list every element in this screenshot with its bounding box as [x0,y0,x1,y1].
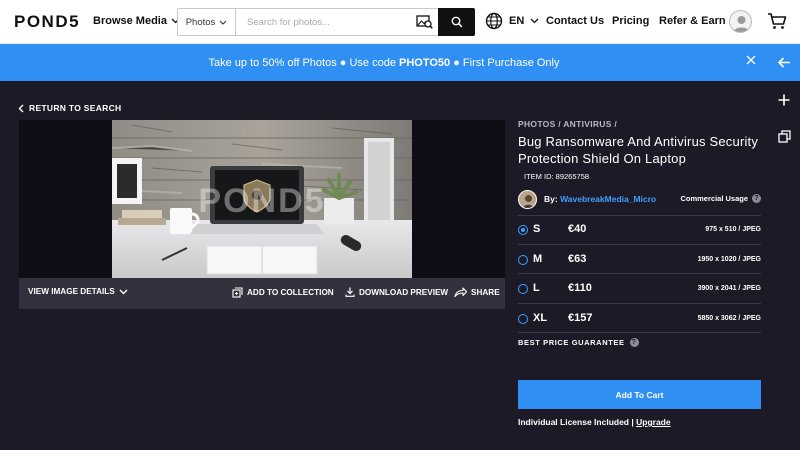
return-to-search-link[interactable]: RETURN TO SEARCH [18,103,121,113]
share-label: SHARE [471,287,500,297]
nav-pricing[interactable]: Pricing [612,15,649,27]
chevron-left-icon [18,104,24,112]
preview-photo[interactable]: POND5 [112,120,412,278]
return-to-search-label: RETURN TO SEARCH [29,103,122,113]
item-id: ITEM ID: 89265758 [524,172,590,181]
chevron-down-icon [530,18,539,24]
chevron-down-icon [119,289,128,294]
nav-refer-earn[interactable]: Refer & Earn [659,15,726,27]
size-option-m[interactable]: M €63 1950 x 1020 / JPEG [518,245,761,274]
size-label: L [533,282,540,294]
help-icon[interactable]: ? [752,194,761,203]
author-row: By: WavebreakMedia_Micro Commercial Usag… [518,189,761,209]
size-options: S €40 975 x 510 / JPEG M €63 1950 x 1020… [518,215,761,333]
size-option-xl[interactable]: XL €157 5850 x 3062 / JPEG [518,304,761,333]
size-dimensions: 3900 x 2041 / JPEG [697,285,761,292]
add-to-collection-label: ADD TO COLLECTION [247,288,334,297]
breadcrumb[interactable]: PHOTOS / ANTIVIRUS / [518,119,617,129]
language-label: EN [509,15,525,27]
size-dimensions: 5850 x 3062 / JPEG [697,314,761,322]
help-icon[interactable]: ? [629,338,639,347]
search-button[interactable] [438,8,475,36]
user-icon [733,16,750,32]
size-option-s[interactable]: S €40 975 x 510 / JPEG [518,215,761,245]
share-button[interactable]: SHARE [454,287,500,297]
close-icon [746,55,756,65]
nav-contact-us[interactable]: Contact Us [546,15,604,27]
search-type-label: Photos [185,16,216,28]
view-image-details-label: VIEW IMAGE DETAILS [28,287,115,296]
pond5-logo[interactable]: POND5 [14,12,80,32]
image-preview: POND5 [19,120,505,278]
promo-code: PHOTO50 [399,56,451,69]
cart-icon [768,13,787,29]
side-rail [768,44,800,450]
rail-add-button[interactable] [768,81,800,118]
search-icon [451,16,462,28]
cart-button[interactable] [767,12,787,35]
collection-icon [232,287,243,298]
guarantee-label: BEST PRICE GUARANTEE [518,338,625,347]
radio-button[interactable] [518,254,528,265]
upgrade-link[interactable]: Upgrade [636,417,670,427]
promo-text: Take up to 50% off Photos ● Use code PHO… [208,56,560,69]
radio-button[interactable] [518,313,528,324]
best-price-guarantee: BEST PRICE GUARANTEE ? [518,338,639,347]
radio-button[interactable] [518,284,528,294]
view-image-details-toggle[interactable]: VIEW IMAGE DETAILS [28,287,128,296]
license-info: Individual License Included | Upgrade [518,417,671,427]
promo-close-button[interactable] [746,55,756,68]
author-avatar[interactable] [518,189,537,209]
page-title: Bug Ransomware And Antivirus Security Pr… [518,134,759,166]
radio-button-selected[interactable] [518,225,528,235]
browse-media-menu[interactable]: Browse Media [93,15,180,27]
image-actions-bar: VIEW IMAGE DETAILS ADD TO COLLECTION DOW… [19,278,505,309]
add-to-cart-button[interactable]: Add To Cart [518,380,761,409]
author-byline: By: WavebreakMedia_Micro [544,194,657,204]
arrow-left-icon [777,57,790,68]
globe-icon [485,12,503,30]
download-preview-button[interactable]: DOWNLOAD PREVIEW [345,287,448,297]
search-type-select[interactable]: Photos [178,9,236,35]
chevron-down-icon [219,20,227,25]
size-price: €157 [568,311,593,324]
site-header: POND5 Browse Media Photos EN [0,0,800,44]
language-selector[interactable]: EN [485,12,539,30]
size-label: M [533,252,543,265]
search-bar: Photos [177,8,475,36]
rail-copy-button[interactable] [768,118,800,155]
download-icon [345,287,355,297]
download-preview-label: DOWNLOAD PREVIEW [359,287,449,297]
size-dimensions: 975 x 510 / JPEG [705,226,761,233]
product-detail: RETURN TO SEARCH POND5 VIEW IMAGE DETAIL… [0,81,768,450]
share-icon [454,287,467,297]
size-option-l[interactable]: L €110 3900 x 2041 / JPEG [518,274,761,304]
size-dimensions: 1950 x 1020 / JPEG [697,255,761,263]
visual-search-icon [415,15,433,29]
plus-icon [778,94,790,105]
promo-banner: Take up to 50% off Photos ● Use code PHO… [0,44,768,81]
add-to-collection-button[interactable]: ADD TO COLLECTION [232,287,334,298]
license-label: Individual License Included | [518,417,637,427]
user-avatar[interactable] [729,10,752,33]
size-price: €110 [568,282,592,294]
size-price: €63 [568,252,587,265]
rail-collapse-button[interactable] [768,44,800,81]
size-price: €40 [568,223,587,235]
browse-media-label: Browse Media [93,15,167,27]
copy-icon [777,130,791,143]
watermark-text: POND5 [198,182,325,220]
author-link[interactable]: WavebreakMedia_Micro [560,194,656,204]
size-label: XL [533,311,548,324]
commercial-usage: Commercial Usage ? [680,194,761,203]
size-label: S [533,223,541,235]
search-input[interactable] [236,9,410,35]
visual-search-button[interactable] [410,9,438,35]
commercial-usage-label: Commercial Usage [680,194,748,203]
